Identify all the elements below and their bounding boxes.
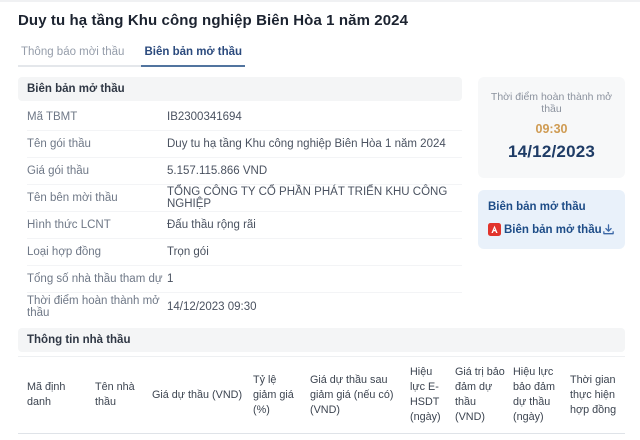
- cell-thoi-gian-hop-dong: [570, 434, 625, 440]
- contractor-info-panel: Thông tin nhà thầu Mã định danh Tên nhà …: [18, 328, 625, 440]
- info-value: 1: [167, 273, 174, 285]
- info-row-gia-goi-thau: Giá gói thầu 5.157.115.866 VND: [27, 158, 462, 185]
- col-ma-dinh-danh: Mã định danh: [27, 381, 66, 409]
- info-value: 14/12/2023 09:30: [167, 300, 257, 313]
- pdf-file-icon: [488, 223, 501, 236]
- info-row-tong-so-nha-thau: Tổng số nhà thầu tham dự 1: [27, 266, 462, 293]
- info-label: Tổng số nhà thầu tham dự: [27, 273, 163, 285]
- info-row-thoi-diem-mo-thau: Thời điểm hoàn thành mở thầu 14/12/2023 …: [27, 293, 462, 320]
- tab-thong-bao-moi-thau[interactable]: Thông báo mời thầu: [18, 42, 127, 65]
- col-gia-tri-bao-dam: Giá trị bảo đảm dự thầu (VND): [455, 366, 505, 424]
- info-row-ma-tbmt: Mã TBMT IB2300341694: [27, 104, 462, 131]
- col-gia-du-thau: Giá dự thầu (VND): [152, 388, 243, 401]
- cell-gia-sau-giam-gia: 5.136.155.991: [310, 434, 410, 440]
- cell-gia-tri-bao-dam: 70.000.000: [455, 434, 513, 440]
- info-row-hinh-thuc-lcnt: Hình thức LCNT Đấu thầu rộng rãi: [27, 212, 462, 239]
- info-label: Tên bên mời thầu: [27, 192, 118, 204]
- document-card-title: Biên bản mở thầu: [488, 201, 586, 213]
- info-value: Duy tu hạ tầng Khu công nghiệp Biên Hòa …: [167, 138, 446, 150]
- info-label: Thời điểm hoàn thành mở thầu: [27, 294, 160, 319]
- cell-ty-le-giam-gia: 0: [253, 434, 310, 440]
- cell-gia-du-thau: 5.136.155.991: [152, 434, 253, 440]
- col-thoi-gian-hop-dong: Thời gian thực hiện hợp đồng: [570, 373, 617, 416]
- col-ty-le-giam-gia: Tỷ lệ giảm giá (%): [253, 373, 294, 416]
- contractor-section-title: Thông tin nhà thầu: [18, 328, 625, 352]
- completion-date-value: 14/12/2023: [507, 142, 596, 161]
- info-value: Đấu thầu rộng rãi: [167, 219, 256, 231]
- info-row-ten-goi-thau: Tên gói thầu Duy tu hạ tầng Khu công ngh…: [27, 131, 462, 158]
- info-value: 5.157.115.866 VND: [167, 165, 268, 177]
- info-label: Giá gói thầu: [27, 165, 90, 177]
- bid-record-panel: Biên bản mở thầu Mã TBMT IB2300341694 Tê…: [18, 77, 462, 320]
- info-label: Mã TBMT: [27, 111, 78, 123]
- cell-ten-nha-thau: CÔNG TY TNHH TIẾN TRIẾT: [95, 434, 152, 440]
- col-hieu-luc-ehsdt: Hiệu lực E-HSDT (ngày): [410, 366, 441, 424]
- info-value: Trọn gói: [167, 246, 209, 258]
- info-row-loai-hop-dong: Loại hợp đồng Trọn gói: [27, 239, 462, 266]
- download-icon[interactable]: [602, 223, 615, 236]
- contractor-table-row: vn3600489525 CÔNG TY TNHH TIẾN TRIẾT 5.1…: [18, 434, 625, 440]
- bid-record-section-title: Biên bản mở thầu: [18, 77, 462, 101]
- info-row-ten-ben-moi-thau: Tên bên mời thầu TỔNG CÔNG TY CỔ PHẦN PH…: [27, 185, 462, 212]
- info-value: IB2300341694: [167, 111, 242, 123]
- completion-time-label: Thời điểm hoàn thành mở thầu: [490, 91, 613, 115]
- completion-time-value: 09:30: [535, 122, 568, 136]
- info-label: Hình thức LCNT: [27, 219, 111, 231]
- info-label: Tên gói thầu: [27, 138, 91, 150]
- tab-bien-ban-mo-thau[interactable]: Biên bản mở thầu: [141, 42, 246, 67]
- page-title: Duy tu hạ tầng Khu công nghiệp Biên Hòa …: [18, 12, 409, 29]
- tabbar: Thông báo mời thầu Biên bản mở thầu: [18, 42, 246, 67]
- cell-ma-dinh-danh: vn3600489525: [18, 434, 95, 440]
- contractor-table: Mã định danh Tên nhà thầu Giá dự thầu (V…: [18, 356, 625, 440]
- info-value: TỔNG CÔNG TY CỔ PHẦN PHÁT TRIỂN KHU CÔNG…: [167, 186, 448, 210]
- bid-record-file-link[interactable]: Biên bản mở thầu: [504, 224, 602, 236]
- cell-hieu-luc-ehsdt: 60: [410, 434, 455, 440]
- bid-record-document-card: Biên bản mở thầu Biên bản mở thầu: [478, 190, 625, 249]
- sidebar: Thời điểm hoàn thành mở thầu 09:30 14/12…: [478, 77, 625, 320]
- col-gia-sau-giam-gia: Giá dự thầu sau giảm giá (nếu có) (VND): [310, 373, 394, 416]
- cell-hieu-luc-bao-dam: 90: [513, 434, 570, 440]
- info-label: Loại hợp đồng: [27, 246, 102, 258]
- bid-detail-page: Duy tu hạ tầng Khu công nghiệp Biên Hòa …: [0, 0, 640, 440]
- contractor-table-header-row: Mã định danh Tên nhà thầu Giá dự thầu (V…: [18, 356, 625, 434]
- completion-time-card: Thời điểm hoàn thành mở thầu 09:30 14/12…: [478, 77, 625, 178]
- col-ten-nha-thau: Tên nhà thầu: [95, 381, 135, 409]
- col-hieu-luc-bao-dam: Hiệu lực bảo đảm dự thầu (ngày): [513, 366, 556, 424]
